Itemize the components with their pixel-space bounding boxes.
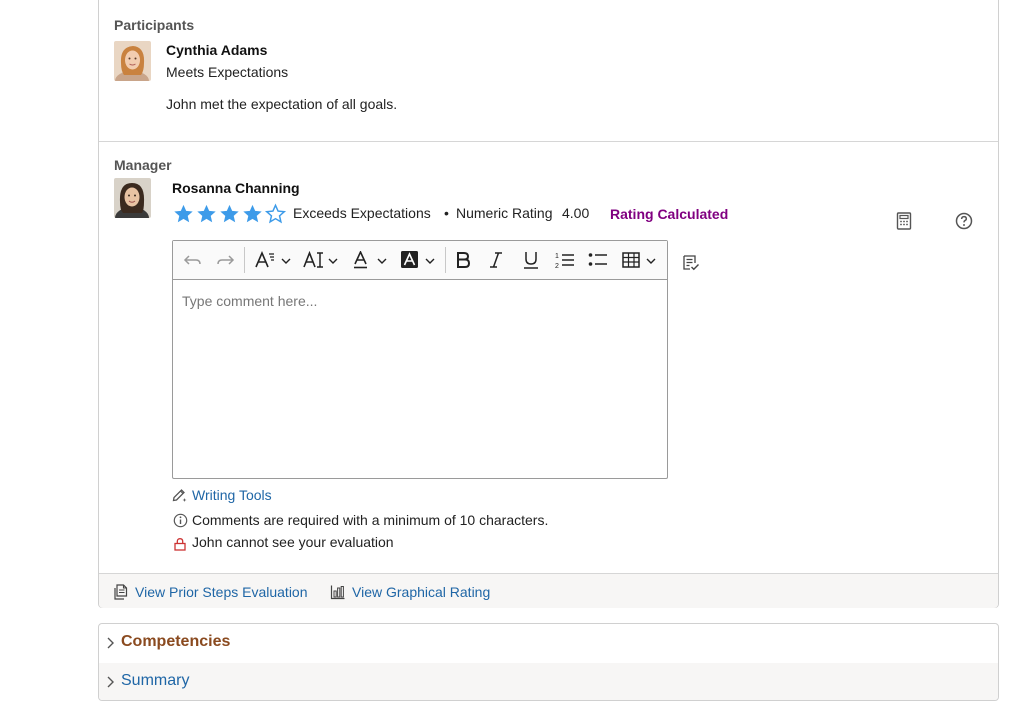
calculator-icon[interactable] [894, 211, 914, 231]
section-divider [99, 141, 998, 142]
help-icon[interactable] [954, 211, 974, 231]
view-prior-steps-label: View Prior Steps Evaluation [135, 584, 308, 600]
numeric-rating-value: 4.00 [562, 205, 590, 221]
comment-editor: 12 Type comment here... [172, 240, 668, 479]
bulleted-list-icon[interactable] [588, 250, 608, 270]
svg-text:1: 1 [555, 253, 559, 260]
manager-label: Manager [114, 157, 172, 173]
manager-rating-label: Exceeds Expectations [293, 205, 431, 221]
writing-tools-link[interactable]: Writing Tools [192, 487, 272, 503]
numeric-rating-label: Numeric Rating [456, 205, 553, 221]
info-icon [170, 510, 190, 530]
lock-icon [170, 534, 190, 554]
avatar-cynthia-adams [114, 41, 151, 81]
table-dropdown-icon[interactable] [622, 250, 660, 270]
accordion-competencies[interactable]: Competencies [99, 624, 998, 661]
chevron-right-icon [107, 637, 114, 649]
star-filled-icon[interactable] [172, 203, 195, 225]
numbered-list-icon[interactable]: 12 [555, 250, 575, 270]
comment-input[interactable]: Type comment here... [182, 293, 317, 309]
accordion-summary-label: Summary [121, 672, 190, 689]
redo-icon[interactable] [215, 250, 235, 270]
bullet-separator: • [444, 205, 449, 221]
toolbar-separator [244, 247, 245, 273]
accordion-competencies-label: Competencies [121, 633, 231, 650]
view-graphical-rating-link[interactable]: View Graphical Rating [330, 584, 490, 600]
visibility-note: John cannot see your evaluation [192, 534, 394, 550]
undo-icon[interactable] [183, 250, 203, 270]
evaluation-footer: View Prior Steps Evaluation View Graphic… [99, 573, 998, 608]
spell-check-icon[interactable] [681, 253, 701, 273]
evaluation-card: Participants Cynthia Adams Meets Expecta… [98, 0, 999, 608]
accordion-group: Competencies Summary [98, 623, 999, 701]
view-graphical-rating-label: View Graphical Rating [352, 584, 491, 600]
italic-icon[interactable] [489, 250, 503, 270]
avatar-rosanna-channing [114, 178, 151, 218]
participant-rating: Meets Expectations [166, 64, 289, 80]
manager-name: Rosanna Channing [172, 180, 300, 196]
font-style-dropdown-icon[interactable] [255, 250, 293, 270]
font-size-dropdown-icon[interactable] [303, 250, 341, 270]
accordion-summary[interactable]: Summary [99, 663, 998, 700]
bar-chart-icon [330, 585, 345, 600]
background-color-dropdown-icon[interactable] [401, 250, 439, 270]
svg-text:2: 2 [555, 263, 559, 269]
star-filled-icon[interactable] [195, 203, 218, 225]
participant-comment: John met the expectation of all goals. [166, 96, 398, 112]
participants-label: Participants [114, 17, 195, 33]
pencil-sparkle-icon[interactable] [169, 485, 189, 505]
participant-name: Cynthia Adams [166, 42, 268, 58]
underline-icon[interactable] [523, 250, 539, 270]
star-empty-icon[interactable] [264, 203, 287, 225]
view-prior-steps-link[interactable]: View Prior Steps Evaluation [113, 584, 308, 600]
rating-calculated-label: Rating Calculated [610, 206, 729, 222]
toolbar-separator [445, 247, 446, 273]
required-comment-note: Comments are required with a minimum of … [192, 512, 549, 528]
bold-icon[interactable] [455, 250, 471, 270]
star-filled-icon[interactable] [241, 203, 264, 225]
font-color-dropdown-icon[interactable] [353, 250, 391, 270]
chevron-right-icon [107, 676, 114, 688]
star-rating[interactable] [172, 203, 287, 225]
document-copy-icon [114, 584, 128, 600]
star-filled-icon[interactable] [218, 203, 241, 225]
editor-toolbar: 12 [173, 241, 667, 280]
